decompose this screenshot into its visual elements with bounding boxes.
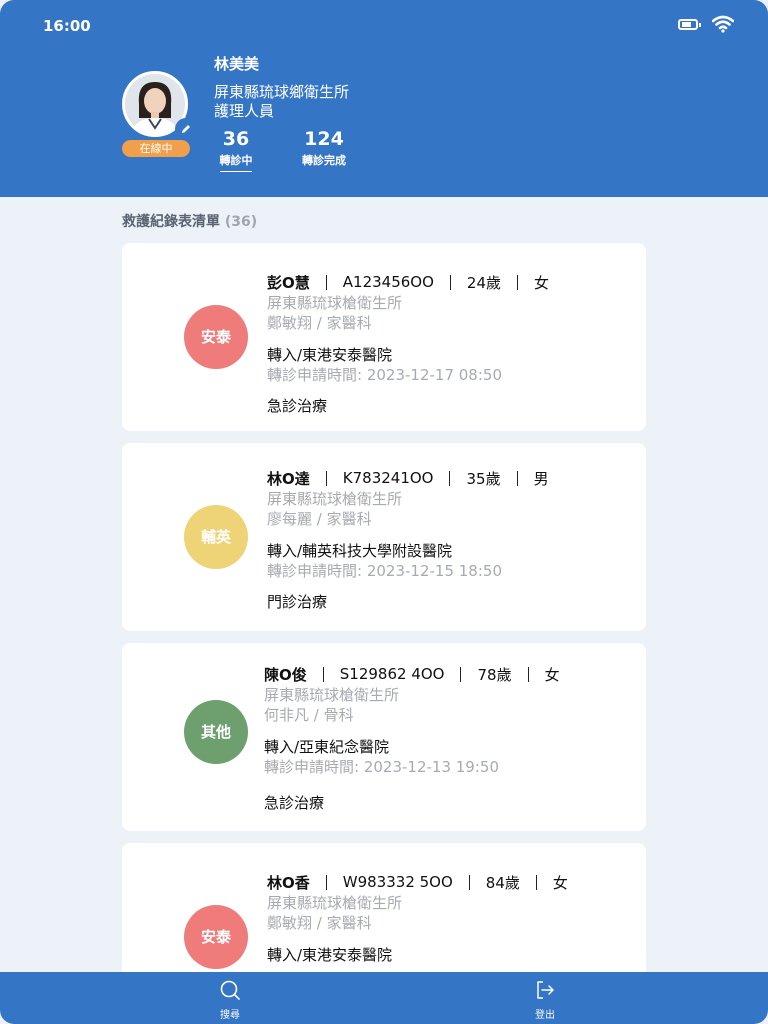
- pencil-icon: [182, 125, 190, 133]
- logout-icon: [537, 981, 554, 999]
- separator: [535, 874, 537, 890]
- patient-info-row: 林O香 W983332 5OO 84歲 女: [267, 872, 568, 892]
- patient-name: 林O香: [267, 873, 310, 892]
- patient-gender: 男: [533, 469, 549, 488]
- separator: [460, 666, 462, 682]
- profile-header: 16:00 在線中 林美美 屏東縣琉球鄉衛生所 護理人員 36 轉診中 124 …: [0, 0, 768, 197]
- separator: [449, 470, 451, 486]
- patient-age: 24歲: [466, 273, 501, 292]
- nav-logout-label: 登出: [535, 1010, 555, 1021]
- record-card-body: 陳O俊 S129862 4OO 78歲 女 屏東縣琉球槍衛生所 何非凡 / 骨科 轉入…: [264, 664, 560, 813]
- user-org: 屏東縣琉球鄉衛生所: [214, 83, 350, 101]
- record-card[interactable]: 安泰 彭O慧 A123456OO 24歲 女 屏東縣琉球槍衛生所 鄭敏翔 / 家醫科 …: [122, 243, 646, 431]
- patient-age: 78歲: [477, 665, 512, 684]
- list-count: (36): [224, 214, 258, 230]
- bottom-nav: 搜尋 登出: [0, 972, 768, 1024]
- stat-completed-tab[interactable]: 124 轉診完成: [298, 128, 350, 168]
- battery-icon: [678, 18, 701, 30]
- patient-gender: 女: [534, 273, 550, 292]
- stat-referring-tab[interactable]: 36 轉診中: [216, 128, 256, 172]
- doctor-dept: 廖每麗 / 家醫科: [267, 510, 372, 528]
- treatment-type: 急診治療: [267, 397, 328, 415]
- patient-gender: 女: [552, 873, 568, 892]
- treatment-type: 門診治療: [267, 593, 328, 611]
- clinic-name: 屏東縣琉球槍衛生所: [264, 686, 400, 704]
- stat-completed-value: 124: [304, 128, 344, 150]
- clinic-name: 屏東縣琉球槍衛生所: [267, 894, 403, 912]
- status-icons: [678, 15, 734, 33]
- nav-search-label: 搜尋: [220, 1010, 240, 1021]
- avatar-container: [122, 71, 197, 140]
- patient-id: W983332 5OO: [342, 873, 453, 891]
- patient-name: 彭O慧: [267, 273, 310, 292]
- clinic-name: 屏東縣琉球槍衛生所: [267, 490, 403, 508]
- patient-id: K783241OO: [342, 469, 434, 487]
- patient-age: 84歲: [485, 873, 520, 892]
- hospital-tag: 輔英: [184, 505, 248, 569]
- search-icon: [220, 980, 240, 1000]
- nav-logout-button[interactable]: 登出: [515, 979, 575, 1021]
- stat-referring-label: 轉診中: [219, 154, 253, 167]
- edit-avatar-button[interactable]: [175, 118, 197, 140]
- separator: [449, 274, 451, 290]
- stat-completed-label: 轉診完成: [302, 154, 346, 167]
- doctor-dept: 何非凡 / 骨科: [264, 706, 354, 724]
- patient-id: S129862 4OO: [339, 665, 445, 683]
- separator: [516, 470, 518, 486]
- list-title-text: 救護紀錄表清單: [122, 214, 220, 230]
- separator: [517, 274, 518, 290]
- transfer-destination: 轉入/東港安泰醫院: [267, 946, 393, 964]
- treatment-type: 急診治療: [264, 794, 325, 812]
- online-status-badge: 在線中: [122, 140, 190, 157]
- patient-info-row: 陳O俊 S129862 4OO 78歲 女: [264, 664, 560, 684]
- patient-name: 陳O俊: [264, 665, 307, 684]
- user-name: 林美美: [214, 55, 260, 73]
- separator: [325, 470, 327, 486]
- status-time: 16:00: [43, 17, 91, 35]
- transfer-time: 轉診申請時間: 2023-12-13 19:50: [264, 758, 499, 776]
- patient-gender: 女: [544, 665, 560, 684]
- transfer-destination: 轉入/輔英科技大學附設醫院: [267, 542, 453, 560]
- patient-name: 林O達: [267, 469, 310, 488]
- separator: [468, 874, 470, 890]
- clinic-name: 屏東縣琉球槍衛生所: [267, 294, 403, 312]
- record-card-body: 林O達 K783241OO 35歲 男 屏東縣琉球槍衛生所 廖每麗 / 家醫科 轉入/…: [267, 468, 549, 612]
- transfer-time: 轉診申請時間: 2023-12-17 08:50: [267, 366, 502, 384]
- hospital-tag: 其他: [184, 700, 248, 764]
- wifi-icon: [712, 15, 734, 33]
- separator: [322, 666, 324, 682]
- user-role: 護理人員: [214, 102, 275, 120]
- doctor-dept: 鄭敏翔 / 家醫科: [267, 314, 372, 332]
- record-card[interactable]: 輔英 林O達 K783241OO 35歲 男 屏東縣琉球槍衛生所 廖每麗 / 家醫科 …: [122, 443, 646, 631]
- hospital-tag: 安泰: [184, 305, 248, 369]
- stat-referring-value: 36: [222, 128, 250, 150]
- record-card-body: 彭O慧 A123456OO 24歲 女 屏東縣琉球槍衛生所 鄭敏翔 / 家醫科 轉入/…: [267, 272, 549, 416]
- patient-age: 35歲: [466, 469, 501, 488]
- doctor-dept: 鄭敏翔 / 家醫科: [267, 914, 372, 932]
- separator: [325, 874, 327, 890]
- active-tab-underline: [220, 171, 252, 172]
- hospital-tag: 安泰: [184, 905, 248, 969]
- transfer-destination: 轉入/東港安泰醫院: [267, 346, 393, 364]
- nav-search-button[interactable]: 搜尋: [200, 979, 260, 1021]
- status-bar: 16:00: [0, 0, 768, 50]
- patient-info-row: 彭O慧 A123456OO 24歲 女: [267, 272, 549, 292]
- transfer-destination: 轉入/亞東紀念醫院: [264, 738, 390, 756]
- patient-id: A123456OO: [342, 273, 434, 291]
- record-card[interactable]: 其他 陳O俊 S129862 4OO 78歲 女 屏東縣琉球槍衛生所 何非凡 / 骨科…: [122, 643, 646, 831]
- separator: [527, 666, 529, 682]
- transfer-time: 轉診申請時間: 2023-12-15 18:50: [267, 562, 502, 580]
- record-card-body: 林O香 W983332 5OO 84歲 女 屏東縣琉球槍衛生所 鄭敏翔 / 家醫科 轉…: [267, 872, 568, 965]
- separator: [325, 274, 327, 290]
- patient-info-row: 林O達 K783241OO 35歲 男: [267, 468, 549, 488]
- list-title: 救護紀錄表清單 (36): [122, 211, 257, 231]
